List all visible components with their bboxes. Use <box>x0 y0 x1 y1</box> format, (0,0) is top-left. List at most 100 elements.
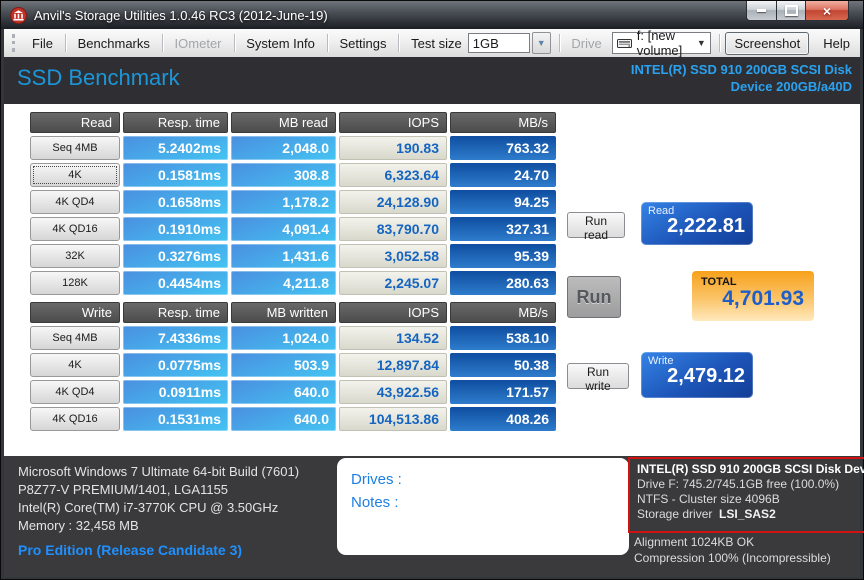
read-row-4kqd16-button[interactable]: 4K QD16 <box>30 217 120 241</box>
compression-line: Compression 100% (Incompressible) <box>634 550 831 566</box>
menu-system-info[interactable]: System Info <box>236 32 325 55</box>
footer-panel: Microsoft Windows 7 Ultimate 64-bit Buil… <box>4 456 860 577</box>
main-area: Read Resp. time MB read IOPS MB/s Seq 4M… <box>4 104 860 456</box>
write-row-seq4mb-button[interactable]: Seq 4MB <box>30 326 120 350</box>
toolbar-grip[interactable] <box>12 34 15 52</box>
cpu-line: Intel(R) Core(TM) i7-3770K CPU @ 3.50GHz <box>18 499 299 517</box>
mb-read-cell: 1,431.6 <box>231 244 336 268</box>
run-write-button[interactable]: Run write <box>567 363 629 389</box>
drives-label: Drives : <box>351 468 629 491</box>
iops-cell: 134.52 <box>339 326 447 350</box>
test-size-combobox[interactable]: 1GB ▼ <box>468 33 551 53</box>
notes-label: Notes : <box>351 491 629 514</box>
mb-read-cell: 1,178.2 <box>231 190 336 214</box>
device-info: INTEL(R) SSD 910 200GB SCSI Disk Device … <box>631 61 852 95</box>
storage-driver-label: Storage driver <box>637 507 712 521</box>
system-info: Microsoft Windows 7 Ultimate 64-bit Buil… <box>18 463 299 535</box>
test-size-label: Test size <box>401 32 468 55</box>
mbs-cell: 95.39 <box>450 244 556 268</box>
read-row-32k-button[interactable]: 32K <box>30 244 120 268</box>
menu-file[interactable]: File <box>22 32 63 55</box>
drive-combobox[interactable]: f: [new volume] ▼ <box>612 32 711 54</box>
write-row-4kqd4-button[interactable]: 4K QD4 <box>30 380 120 404</box>
write-row-4kqd16-button[interactable]: 4K QD16 <box>30 407 120 431</box>
resp-time-cell: 0.0911ms <box>123 380 228 404</box>
mbs-header: MB/s <box>450 302 556 323</box>
run-button[interactable]: Run <box>567 276 621 318</box>
alignment-info: Alignment 1024KB OK Compression 100% (In… <box>634 534 831 566</box>
resp-time-cell: 5.2402ms <box>123 136 228 160</box>
iops-cell: 24,128.90 <box>339 190 447 214</box>
write-row-4k-button[interactable]: 4K <box>30 353 120 377</box>
read-row-4kqd4-button[interactable]: 4K QD4 <box>30 190 120 214</box>
menu-benchmarks[interactable]: Benchmarks <box>68 32 160 55</box>
mbs-cell: 280.63 <box>450 271 556 295</box>
read-row-128k-button[interactable]: 128K <box>30 271 120 295</box>
resp-time-cell: 0.1531ms <box>123 407 228 431</box>
total-score-value: 4,701.93 <box>692 287 814 311</box>
iops-cell: 43,922.56 <box>339 380 447 404</box>
drives-notes-box[interactable]: Drives : Notes : <box>337 458 629 555</box>
menu-bar: File Benchmarks IOmeter System Info Sett… <box>4 29 860 58</box>
resp-time-cell: 0.1910ms <box>123 217 228 241</box>
write-score-value: 2,479.12 <box>641 365 753 388</box>
window-title: Anvil's Storage Utilities 1.0.46 RC3 (20… <box>34 8 328 23</box>
menu-separator <box>234 34 235 52</box>
read-row-4k-button[interactable]: 4K <box>30 163 120 187</box>
storage-driver-value: LSI_SAS2 <box>719 507 776 521</box>
device-line-2: Device 200GB/a40D <box>631 78 852 95</box>
close-button[interactable]: × <box>806 1 849 21</box>
menu-separator <box>559 34 560 52</box>
menu-settings[interactable]: Settings <box>330 32 397 55</box>
mbs-cell: 327.31 <box>450 217 556 241</box>
mbs-cell: 94.25 <box>450 190 556 214</box>
chevron-down-icon: ▼ <box>697 38 706 48</box>
mb-written-cell: 1,024.0 <box>231 326 336 350</box>
test-size-dropdown-button[interactable]: ▼ <box>532 32 551 54</box>
resp-time-cell: 0.4454ms <box>123 271 228 295</box>
menu-iometer[interactable]: IOmeter <box>165 32 232 55</box>
resp-time-header: Resp. time <box>123 302 228 323</box>
mb-read-header: MB read <box>231 112 336 133</box>
screenshot-button[interactable]: Screenshot <box>725 32 809 55</box>
menu-separator <box>65 34 66 52</box>
title-bar[interactable]: Anvil's Storage Utilities 1.0.46 RC3 (20… <box>1 1 863 29</box>
disk-info-box: INTEL(R) SSD 910 200GB SCSI Disk Dev Dri… <box>628 457 864 533</box>
drive-label: Drive <box>561 32 607 55</box>
drive-icon <box>617 39 632 48</box>
window-controls: × <box>746 1 849 21</box>
read-score-value: 2,222.81 <box>641 215 753 238</box>
read-score-box: Read 2,222.81 <box>641 202 753 245</box>
write-score-box: Write 2,479.12 <box>641 352 753 398</box>
total-score-label: TOTAL <box>692 271 814 288</box>
mb-read-cell: 4,091.4 <box>231 217 336 241</box>
mbs-cell: 763.32 <box>450 136 556 160</box>
iops-cell: 6,323.64 <box>339 163 447 187</box>
test-size-value[interactable]: 1GB <box>468 33 530 53</box>
menu-separator <box>327 34 328 52</box>
memory-line: Memory : 32,458 MB <box>18 517 299 535</box>
minimize-button[interactable] <box>746 1 777 21</box>
mb-written-cell: 640.0 <box>231 380 336 404</box>
mbs-cell: 171.57 <box>450 380 556 404</box>
maximize-icon <box>785 5 798 16</box>
resp-time-header: Resp. time <box>123 112 228 133</box>
os-line: Microsoft Windows 7 Ultimate 64-bit Buil… <box>18 463 299 481</box>
iops-cell: 190.83 <box>339 136 447 160</box>
run-read-button[interactable]: Run read <box>567 212 625 238</box>
total-score-box: TOTAL 4,701.93 <box>692 271 814 321</box>
read-row-seq4mb-button[interactable]: Seq 4MB <box>30 136 120 160</box>
alignment-line: Alignment 1024KB OK <box>634 534 831 550</box>
resp-time-cell: 0.0775ms <box>123 353 228 377</box>
menu-separator <box>398 34 399 52</box>
resp-time-cell: 7.4336ms <box>123 326 228 350</box>
mb-read-cell: 308.8 <box>231 163 336 187</box>
drive-value: f: [new volume] <box>637 28 697 58</box>
edition-label: Pro Edition (Release Candidate 3) <box>18 542 242 558</box>
close-icon: × <box>823 4 831 18</box>
menu-help[interactable]: Help <box>813 32 860 55</box>
maximize-button[interactable] <box>777 1 806 21</box>
mb-written-cell: 503.9 <box>231 353 336 377</box>
resp-time-cell: 0.3276ms <box>123 244 228 268</box>
disk-title: INTEL(R) SSD 910 200GB SCSI Disk Dev <box>637 462 864 477</box>
